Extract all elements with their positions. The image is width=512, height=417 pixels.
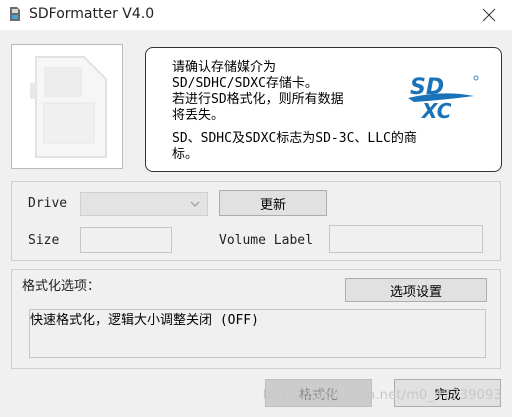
- drive-select[interactable]: [80, 192, 208, 216]
- option-settings-button[interactable]: 选项设置: [345, 278, 487, 302]
- drive-label: Drive: [28, 196, 68, 211]
- refresh-button[interactable]: 更新: [219, 190, 327, 216]
- size-label: Size: [28, 233, 60, 248]
- sdxc-logo: SD XC: [408, 75, 479, 122]
- watermark-text: https://blog.csdn.net/m0_47739093: [262, 388, 502, 403]
- format-options-title: 格式化选项：: [22, 279, 101, 294]
- title-bar: SDFormatter V4.0: [0, 0, 512, 30]
- trademark-note: SD、SDHC及SDXC标志为SD-3C、LLC的商 标。: [172, 131, 417, 162]
- volume-label-input[interactable]: [329, 225, 483, 253]
- sd-card-graphic: [30, 56, 107, 158]
- size-field: [80, 227, 172, 253]
- info-panel: 请确认存储媒介为 SD/SDHC/SDXC存储卡。 若进行SD格式化，则所有数据…: [145, 47, 502, 172]
- logo-bottom-text: XC: [420, 99, 452, 122]
- format-options-summary: 快速格式化，逻辑大小调整关闭 (OFF): [29, 309, 486, 358]
- sd-card-image: [11, 44, 123, 169]
- format-options-summary-text: 快速格式化，逻辑大小调整关闭 (OFF): [30, 313, 259, 328]
- chevron-down-icon: [190, 201, 200, 207]
- close-icon: [482, 8, 496, 22]
- warning-message: 请确认存储媒介为 SD/SDHC/SDXC存储卡。 若进行SD格式化，则所有数据…: [172, 60, 344, 123]
- volume-label-label: Volume Label: [219, 233, 313, 248]
- close-button[interactable]: [466, 0, 512, 30]
- window-title: SDFormatter V4.0: [29, 6, 155, 22]
- sd-card-app-icon: [10, 7, 20, 21]
